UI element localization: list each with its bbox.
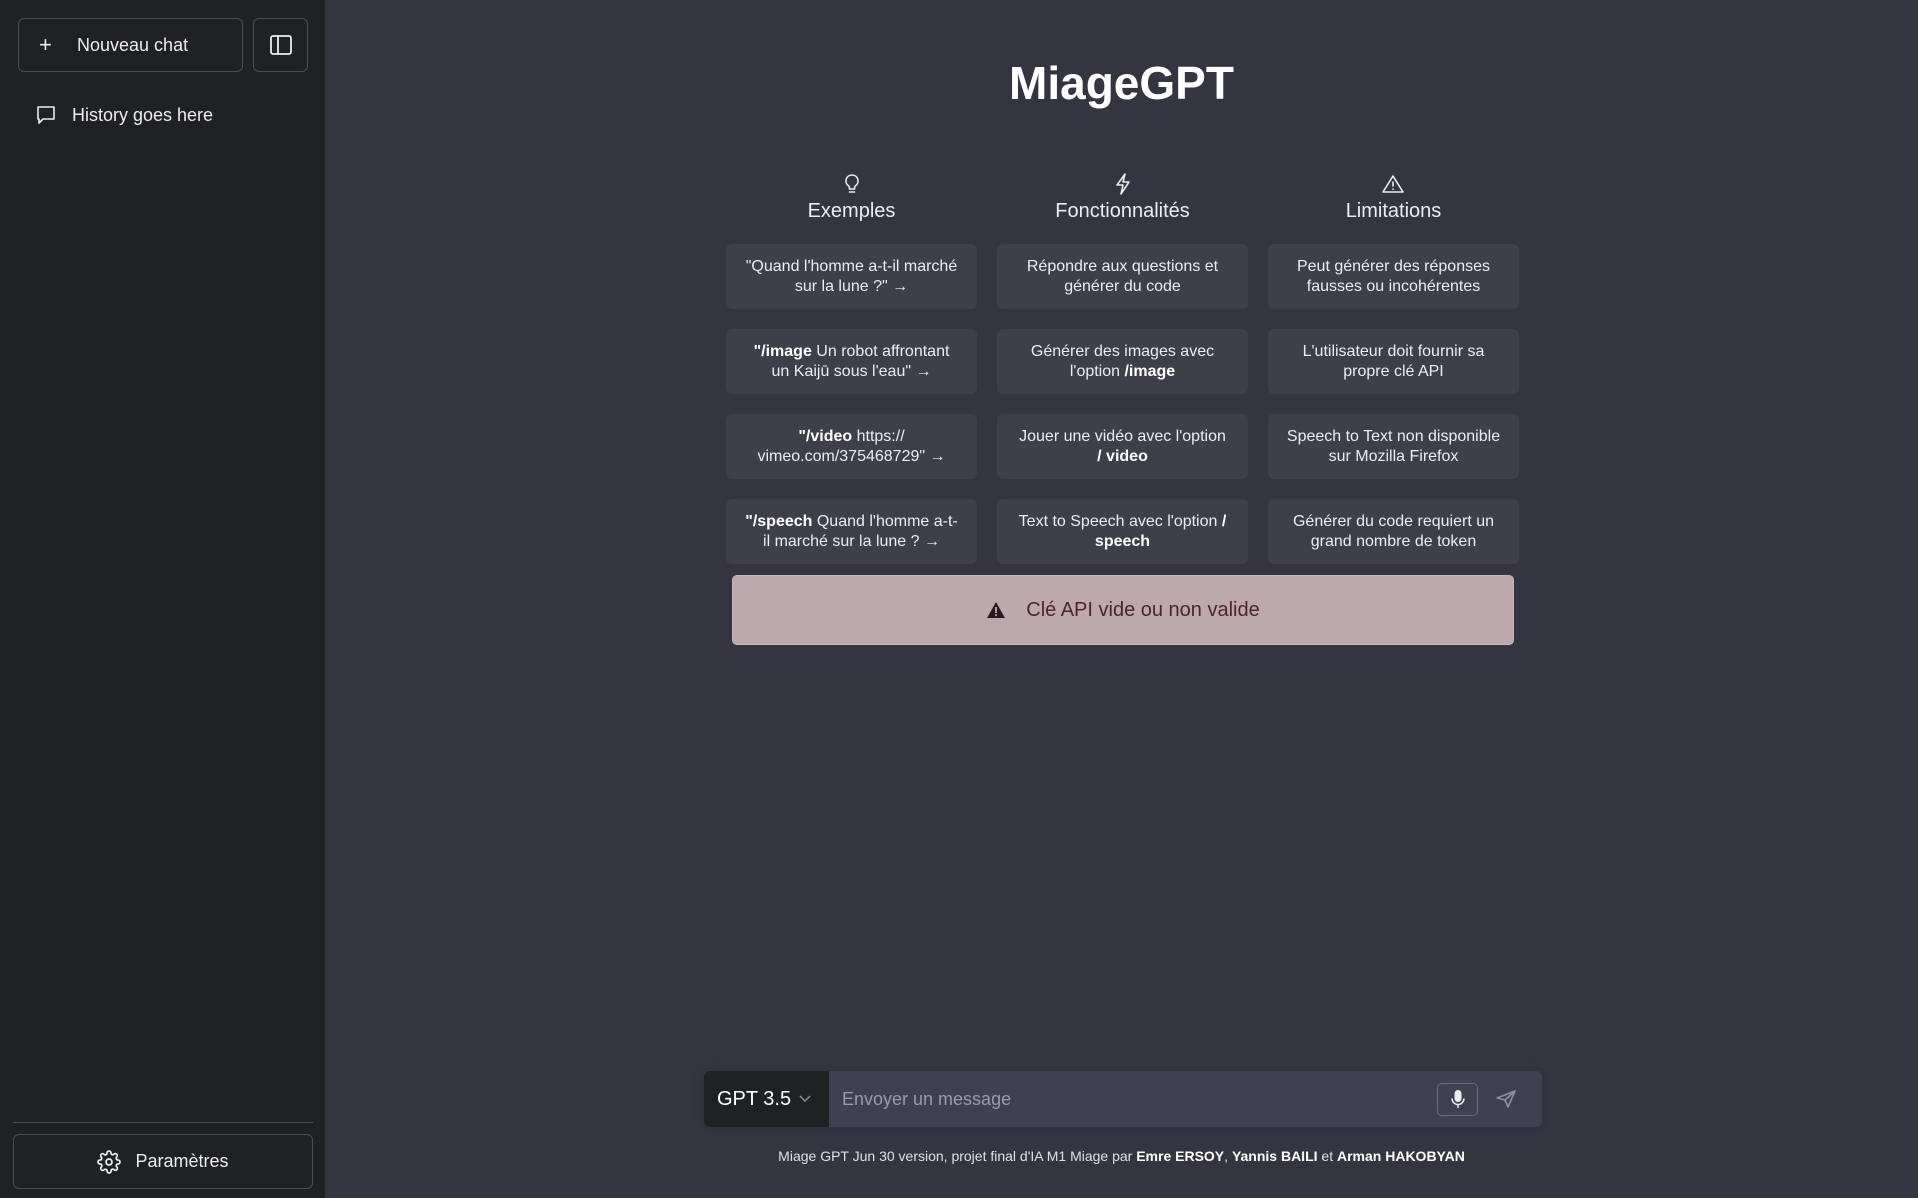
sidebar-divider xyxy=(13,1122,313,1123)
new-chat-label: Nouveau chat xyxy=(77,34,189,55)
footer-text: Miage GPT Jun 30 version, projet final d… xyxy=(778,1148,1137,1164)
command-text: "/speech xyxy=(745,512,813,530)
lightning-icon xyxy=(1115,172,1131,196)
microphone-button[interactable] xyxy=(1437,1082,1478,1116)
toggle-sidebar-button[interactable] xyxy=(253,18,308,72)
limitation-text: Speech to Text non disponible sur Mozill… xyxy=(1286,427,1501,465)
footer-separator: , xyxy=(1224,1148,1232,1164)
author-name: Arman HAKOBYAN xyxy=(1336,1148,1465,1164)
example-text: https:// vimeo.com/375468729" → xyxy=(757,427,946,465)
history-item-label: History goes here xyxy=(72,104,214,125)
command-text: "/image xyxy=(753,342,812,360)
sidebar-toggle-icon xyxy=(269,35,292,55)
sidebar: + Nouveau chat History goes here Paramèt… xyxy=(0,0,325,1198)
lightbulb-icon xyxy=(843,172,861,196)
model-select-value: GPT 3.5 xyxy=(717,1087,792,1110)
new-chat-button[interactable]: + Nouveau chat xyxy=(18,18,243,72)
feature-text: Text to Speech avec l'option xyxy=(1018,512,1222,530)
example-card[interactable]: "Quand l'homme a-t-il marché sur la lune… xyxy=(726,244,977,309)
author-name: Yannis BAILI xyxy=(1231,1148,1318,1164)
error-message: Clé API vide ou non valide xyxy=(1026,598,1260,621)
microphone-icon xyxy=(1450,1089,1465,1109)
feature-card: Jouer une vidéo avec l'option / video xyxy=(997,414,1248,479)
feature-text: Jouer une vidéo avec l'option xyxy=(1019,427,1226,445)
footer: Miage GPT Jun 30 version, projet final d… xyxy=(325,1148,1918,1164)
example-card[interactable]: "/speech Quand l'homme a-t-il marché sur… xyxy=(726,499,977,564)
model-select[interactable]: GPT 3.5 xyxy=(704,1071,829,1127)
footer-separator: et xyxy=(1317,1148,1337,1164)
feature-card: Répondre aux questions et générer du cod… xyxy=(997,244,1248,309)
settings-label: Paramètres xyxy=(135,1151,229,1171)
feature-card: Text to Speech avec l'option / speech xyxy=(997,499,1248,564)
error-banner: Clé API vide ou non valide xyxy=(732,575,1514,645)
intro-columns: Exemples "Quand l'homme a-t-il marché su… xyxy=(726,172,1520,584)
settings-button[interactable]: Paramètres xyxy=(13,1134,313,1189)
message-input[interactable] xyxy=(829,1071,1437,1127)
command-text: / video xyxy=(1097,447,1148,465)
features-column: Fonctionnalités Répondre aux questions e… xyxy=(997,172,1248,584)
chevron-down-icon xyxy=(799,1095,811,1103)
gear-icon xyxy=(97,1149,122,1174)
limitations-column: Limitations Peut générer des réponses fa… xyxy=(1268,172,1519,584)
feature-card: Générer des images avec l'option /image xyxy=(997,329,1248,394)
example-text: "Quand l'homme a-t-il marché sur la lune… xyxy=(745,257,958,295)
limitation-text: Générer du code requiert un grand nombre… xyxy=(1292,512,1494,550)
examples-column: Exemples "Quand l'homme a-t-il marché su… xyxy=(726,172,977,584)
limitations-title: Limitations xyxy=(1345,200,1442,222)
limitation-card: Speech to Text non disponible sur Mozill… xyxy=(1268,414,1519,479)
examples-title: Exemples xyxy=(807,200,896,222)
feature-text: Générer des images avec l'option xyxy=(1030,342,1215,380)
command-text: "/video xyxy=(798,427,853,445)
example-card[interactable]: "/image Un robot affrontant un Kaijū sou… xyxy=(726,329,977,394)
plus-icon: + xyxy=(39,32,52,57)
chat-bubble-icon xyxy=(36,105,56,125)
send-button[interactable] xyxy=(1490,1083,1522,1116)
example-card[interactable]: "/video https:// vimeo.com/375468729" → xyxy=(726,414,977,479)
warning-icon xyxy=(1382,172,1405,196)
command-text: /image xyxy=(1124,362,1176,380)
message-composer: GPT 3.5 xyxy=(704,1071,1542,1127)
limitation-text: Peut générer des réponses fausses ou inc… xyxy=(1296,257,1490,295)
limitation-text: L'utilisateur doit fournir sa propre clé… xyxy=(1302,342,1485,380)
page-title: MiageGPT xyxy=(1009,57,1234,109)
limitation-card: Générer du code requiert un grand nombre… xyxy=(1268,499,1519,564)
alert-triangle-icon xyxy=(986,601,1006,619)
history-item[interactable]: History goes here xyxy=(18,96,308,134)
feature-text: Répondre aux questions et générer du cod… xyxy=(1026,257,1219,295)
author-name: Emre ERSOY xyxy=(1136,1148,1225,1164)
limitation-card: Peut générer des réponses fausses ou inc… xyxy=(1268,244,1519,309)
limitation-card: L'utilisateur doit fournir sa propre clé… xyxy=(1268,329,1519,394)
send-icon xyxy=(1495,1089,1517,1109)
features-title: Fonctionnalités xyxy=(1055,200,1190,222)
